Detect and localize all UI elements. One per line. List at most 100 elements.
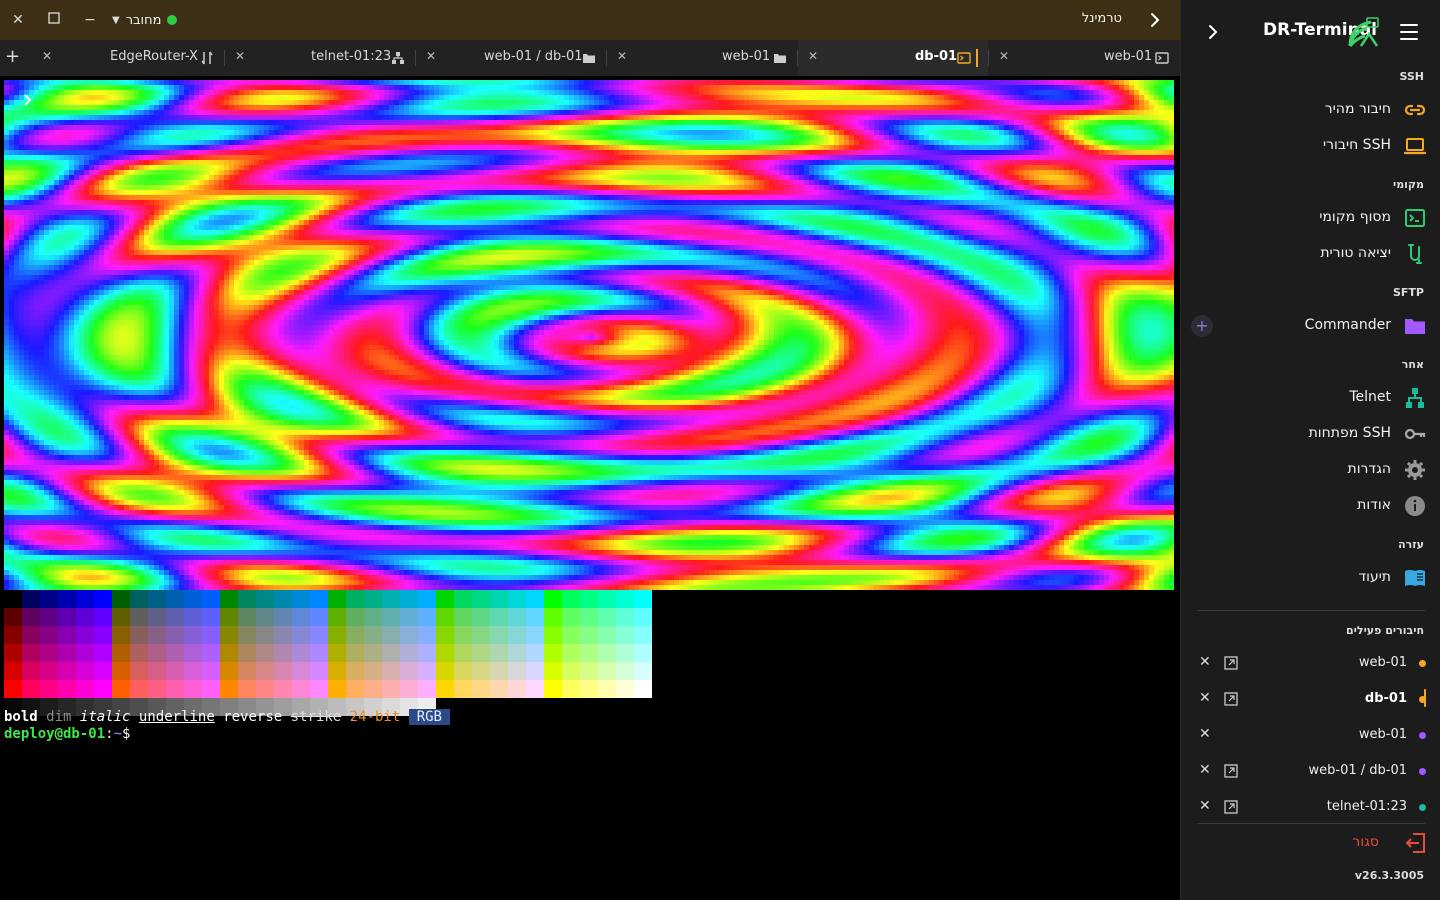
sidebar-item-quick-connect[interactable]: חיבור מהיר <box>1181 94 1440 126</box>
window-title: טרמינל <box>1081 11 1122 26</box>
add-commander-button[interactable]: + <box>1191 315 1213 337</box>
close-connection-icon[interactable]: ✕ <box>1199 798 1211 814</box>
close-tab-icon[interactable]: ✕ <box>235 49 245 63</box>
sidebar-item-label: תיעוד <box>1358 569 1391 585</box>
detach-window-icon[interactable] <box>1224 800 1238 814</box>
style-24bit: 24-bit <box>349 709 401 725</box>
terminal-expand-button[interactable] <box>20 92 36 108</box>
tab-strip: + ✕ EdgeRouter-X ✕ telnet-01:23 ✕ web-01… <box>0 40 1180 76</box>
section-active-connections: חיבורים פעילים <box>1346 624 1424 637</box>
close-connection-icon[interactable]: ✕ <box>1199 726 1211 742</box>
text-styles-demo: bold dim italic underline reverse strike… <box>4 709 450 725</box>
close-tab-icon[interactable]: ✕ <box>617 49 627 63</box>
sidebar-item-local-terminal[interactable]: מסוף מקומי <box>1181 202 1440 234</box>
menu-button[interactable] <box>1393 20 1425 44</box>
logout-button[interactable]: סגור <box>1181 828 1440 858</box>
style-underline: underline <box>138 709 215 725</box>
active-connection-row[interactable]: ✕ db-01 <box>1181 683 1440 715</box>
sidebar-collapse-button[interactable] <box>1203 22 1223 42</box>
sidebar-item-about[interactable]: אודות <box>1181 490 1440 522</box>
tab-label: web-01 <box>1104 49 1153 64</box>
chevron-right-icon <box>1209 25 1218 39</box>
maximize-icon <box>48 12 60 24</box>
active-connection-row[interactable]: ✕ web-01 / db-01 <box>1181 755 1440 787</box>
style-bold: bold <box>4 709 38 725</box>
shell-prompt: deploy@db-01:~$ <box>4 726 130 742</box>
active-connection-indicator <box>1424 689 1426 707</box>
back-button[interactable] <box>1146 11 1164 29</box>
sidebar-item-telnet[interactable]: Telnet <box>1181 382 1440 414</box>
link-icon <box>1404 104 1426 116</box>
sidebar-item-label: Commander <box>1304 317 1391 333</box>
sidebar-item-ssh-keys[interactable]: מפתחות SSH <box>1181 418 1440 450</box>
version-label: v26.3.3005 <box>1354 869 1424 882</box>
tab-db-01[interactable]: ✕ db-01 <box>798 40 988 76</box>
sidebar: DR-Terminal SSH חיבור מהיר חיבורי SSH מק… <box>1180 0 1440 900</box>
connection-status-dropdown[interactable]: ▼ מחובר <box>112 10 178 30</box>
tab-telnet-01[interactable]: ✕ telnet-01:23 <box>225 40 415 76</box>
info-icon <box>1405 496 1425 516</box>
style-rgb: RGB <box>408 709 450 725</box>
active-connection-row[interactable]: ✕ web-01 <box>1181 719 1440 751</box>
sidebar-divider <box>1197 823 1425 824</box>
add-tab-button[interactable]: + <box>5 47 21 67</box>
detach-window-icon[interactable] <box>1224 692 1238 706</box>
close-connection-icon[interactable]: ✕ <box>1199 690 1211 706</box>
section-local: מקומי <box>1392 178 1424 191</box>
connection-name: web-01 <box>1358 655 1407 670</box>
style-italic: italic <box>79 709 131 725</box>
detach-window-icon[interactable] <box>1224 656 1238 670</box>
sidebar-header: DR-Terminal <box>1181 0 1440 64</box>
tab-web-01-db-01[interactable]: ✕ web-01 / db-01 <box>416 40 606 76</box>
prompt-dir: ~ <box>113 726 123 742</box>
maximize-window-button[interactable] <box>46 12 62 28</box>
active-connection-row[interactable]: ✕ web-01 <box>1181 647 1440 679</box>
terminal-area[interactable]: bold dim italic underline reverse strike… <box>0 76 1180 900</box>
folder-icon <box>774 54 786 63</box>
close-connection-icon[interactable]: ✕ <box>1199 762 1211 778</box>
connection-name: web-01 / db-01 <box>1308 763 1408 778</box>
close-window-button[interactable]: ✕ <box>10 12 26 28</box>
chevron-right-icon <box>1151 13 1160 27</box>
key-icon <box>1404 428 1426 440</box>
tab-label: web-01 <box>722 49 771 64</box>
tab-web-01[interactable]: ✕ web-01 <box>989 40 1179 76</box>
sidebar-item-label: מפתחות SSH <box>1308 425 1391 441</box>
sidebar-item-label: מסוף מקומי <box>1319 209 1391 225</box>
section-other: אחר <box>1401 358 1424 371</box>
connection-status-dot <box>1419 804 1426 811</box>
close-tab-icon[interactable]: ✕ <box>999 49 1009 63</box>
connection-status-dot <box>1419 768 1426 775</box>
detach-window-icon[interactable] <box>1224 764 1238 778</box>
color-palette <box>4 590 652 716</box>
section-ssh: SSH <box>1399 70 1424 83</box>
sidebar-item-docs[interactable]: תיעוד <box>1181 562 1440 594</box>
connection-status-label: מחובר <box>125 12 162 28</box>
tab-web-01-sftp[interactable]: ✕ web-01 <box>607 40 797 76</box>
sidebar-item-serial-port[interactable]: יציאה טורית <box>1181 238 1440 270</box>
sidebar-item-settings[interactable]: הגדרות <box>1181 454 1440 486</box>
chevron-right-icon <box>24 94 32 106</box>
terminal-window-icon <box>1155 52 1169 64</box>
tab-label: web-01 / db-01 <box>484 49 583 64</box>
prompt-user: deploy@db-01 <box>4 726 106 742</box>
style-strike: strike <box>290 709 342 725</box>
close-tab-icon[interactable]: ✕ <box>808 49 818 63</box>
style-reverse: reverse <box>223 709 283 725</box>
sidebar-item-label: אודות <box>1357 497 1391 513</box>
sidebar-item-label: חיבור מהיר <box>1324 101 1391 117</box>
close-connection-icon[interactable]: ✕ <box>1199 654 1211 670</box>
gear-icon <box>1405 460 1425 480</box>
sidebar-item-label: Telnet <box>1349 389 1391 405</box>
minimize-window-button[interactable]: − <box>82 12 98 28</box>
active-connection-row[interactable]: ✕ telnet-01:23 <box>1181 791 1440 823</box>
connection-name: db-01 <box>1364 691 1407 706</box>
connection-status-dot <box>1419 732 1426 739</box>
sidebar-item-ssh-connections[interactable]: חיבורי SSH <box>1181 130 1440 162</box>
tab-label: telnet-01:23 <box>311 49 392 64</box>
sidebar-item-label: יציאה טורית <box>1320 245 1391 261</box>
tab-edgerouter-x[interactable]: ✕ EdgeRouter-X <box>26 40 224 76</box>
close-tab-icon[interactable]: ✕ <box>42 49 52 63</box>
close-tab-icon[interactable]: ✕ <box>426 49 436 63</box>
sidebar-item-commander[interactable]: + Commander <box>1181 310 1440 342</box>
